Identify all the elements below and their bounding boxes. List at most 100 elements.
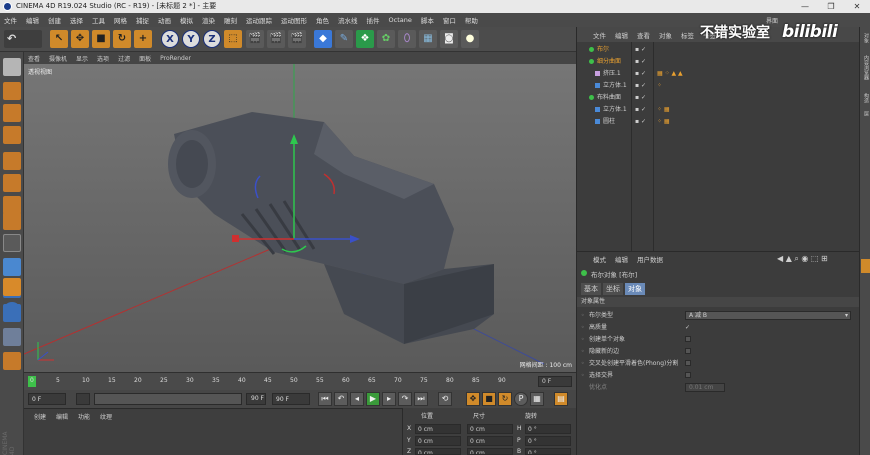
end-frame-field[interactable]: 90 F [272,393,310,405]
mat-menu-function[interactable]: 功能 [78,412,90,421]
visibility-check-icon[interactable]: ▪ ✓ [635,80,646,91]
close-button[interactable]: ✕ [844,0,870,13]
menu-plugins[interactable]: 插件 [367,15,380,25]
rotate-key-button[interactable]: ↻ [498,392,512,406]
visibility-check-icon[interactable]: ▪ ✓ [635,44,646,55]
points-mode-button[interactable] [3,152,21,170]
scale-key-button[interactable]: ■ [482,392,496,406]
attr-menu-edit[interactable]: 编辑 [615,254,628,264]
undo-button[interactable]: ↶ [4,30,42,48]
move-key-button[interactable]: ✥ [466,392,480,406]
radio-icon[interactable]: ◦ [581,346,585,357]
tag-icons[interactable]: ▦ ⁘ ▲ ▲ [657,68,683,79]
vp-menu-view[interactable]: 查看 [28,54,40,63]
texture-axis-button[interactable] [3,328,21,346]
visibility-check-icon[interactable]: ▪ ✓ [635,116,646,127]
pos-y-field[interactable]: 0 cm [415,436,461,446]
uv-mode-button[interactable] [3,212,21,230]
radio-icon[interactable]: ◦ [581,370,585,381]
go-to-end-button[interactable]: ⏭ [414,392,428,406]
loop-button[interactable]: ⟲ [438,392,452,406]
radio-icon[interactable]: ◦ [581,334,585,345]
object-name[interactable]: 细分曲面 [597,56,621,67]
attr-menu-userdata[interactable]: 用户数据 [637,254,663,264]
camera-button[interactable]: ◙ [440,30,458,48]
go-to-start-button[interactable]: ⏮ [318,392,332,406]
vp-menu-panel[interactable]: 面板 [139,54,151,63]
object-name[interactable]: 立方体.1 [603,104,627,115]
recent-tool-button[interactable]: + [134,30,152,48]
restore-button[interactable]: ❐ [818,0,844,13]
cube-button[interactable]: ◆ [314,30,332,48]
object-row-cylinder[interactable]: 圆柱 ▪ ✓ ⁘ ▦ [577,116,860,127]
size-y-field[interactable]: 0 cm [467,436,513,446]
workplane-lock-button[interactable] [3,278,21,296]
viewport-solo-button[interactable] [3,352,21,370]
radio-icon[interactable]: ◦ [581,322,585,333]
visibility-check-icon[interactable]: ▪ ✓ [635,92,646,103]
tag-icons[interactable]: ⁘ ▦ [657,104,670,115]
tag-icons[interactable]: ⁘ ▦ [657,116,670,127]
attr-nav-icons[interactable]: ◀ ▲ ⌕ ◉ ⬚ ⊞ [777,254,828,264]
vp-menu-display[interactable]: 显示 [76,54,88,63]
render-view-button[interactable]: 🎬 [246,30,264,48]
coordinate-system-button[interactable]: ⬚ [224,30,242,48]
size-x-field[interactable]: 0 cm [467,424,513,434]
make-editable-button[interactable] [3,58,21,76]
menu-tools[interactable]: 工具 [92,15,105,25]
hide-edges-checkbox[interactable] [685,348,691,354]
pos-z-field[interactable]: 0 cm [415,448,461,455]
phong-break-checkbox[interactable] [685,360,691,366]
render-settings-button[interactable]: 🎬 [288,30,306,48]
obj-menu-view[interactable]: 查看 [637,30,650,40]
rotate-tool-button[interactable]: ↻ [113,30,131,48]
boole-type-select[interactable]: A 减 B [685,311,851,320]
light-button[interactable]: ● [461,30,479,48]
attributes-tab-icon[interactable] [861,259,870,273]
point-level-button[interactable]: ▦ [530,392,544,406]
visibility-check-icon[interactable]: ▪ ✓ [635,68,646,79]
y-axis-button[interactable]: Y [182,30,200,48]
menu-render[interactable]: 渲染 [202,15,215,25]
render-to-picture-viewer-button[interactable]: 🎬 [267,30,285,48]
perspective-viewport[interactable]: 透视视图 网格间距 : 100 cm [24,64,576,372]
spline-pen-button[interactable]: ✎ [335,30,353,48]
workplane-button[interactable] [3,126,21,144]
model-mode-button[interactable] [3,82,21,100]
subdivision-surface-button[interactable]: ❖ [356,30,374,48]
menu-snap[interactable]: 捕捉 [136,15,149,25]
timeline-button[interactable]: ▤ [554,392,568,406]
tab-layers-vertical[interactable]: 层 [861,111,870,116]
edges-mode-button[interactable] [3,174,21,192]
object-name[interactable]: 布尔 [597,44,609,55]
timeline-ruler[interactable]: 0 5 10 15 20 25 30 35 40 45 50 55 60 65 … [24,372,576,390]
vp-menu-filter[interactable]: 过滤 [118,54,130,63]
attr-menu-mode[interactable]: 模式 [593,254,606,264]
rot-h-field[interactable]: 0 ° [525,424,571,434]
vp-menu-camera[interactable]: 摄像机 [49,54,67,63]
object-row-boole[interactable]: 布尔 ▪ ✓ [577,44,860,55]
current-frame-field[interactable]: 0 F [538,376,572,387]
select-intersection-checkbox[interactable] [685,372,691,378]
array-button[interactable]: ✿ [377,30,395,48]
obj-menu-tags[interactable]: 标签 [681,30,694,40]
next-frame-button[interactable]: ▸ [382,392,396,406]
mat-menu-edit[interactable]: 编辑 [56,412,68,421]
radio-icon[interactable]: ◦ [581,358,585,369]
parameter-key-button[interactable]: P [514,392,528,406]
menu-pipeline[interactable]: 流水线 [338,15,358,25]
menu-window[interactable]: 窗口 [443,15,456,25]
texture-mode-button[interactable] [3,104,21,122]
object-row-cube[interactable]: 立方体.1 ▪ ✓ ⁘ [577,80,860,91]
preview-range-slider[interactable] [94,393,242,405]
obj-menu-file[interactable]: 文件 [593,30,606,40]
object-name[interactable]: 圆柱 [603,116,615,127]
high-quality-checkbox[interactable]: ✓ [685,322,690,333]
tab-object[interactable]: 对象 [625,283,645,295]
vp-menu-options[interactable]: 选项 [97,54,109,63]
obj-menu-object[interactable]: 对象 [659,30,672,40]
visibility-check-icon[interactable]: ▪ ✓ [635,104,646,115]
visibility-check-icon[interactable]: ▪ ✓ [635,56,646,67]
tab-structure-vertical[interactable]: 构造 [861,93,870,103]
object-name[interactable]: 布料曲面 [597,92,621,103]
